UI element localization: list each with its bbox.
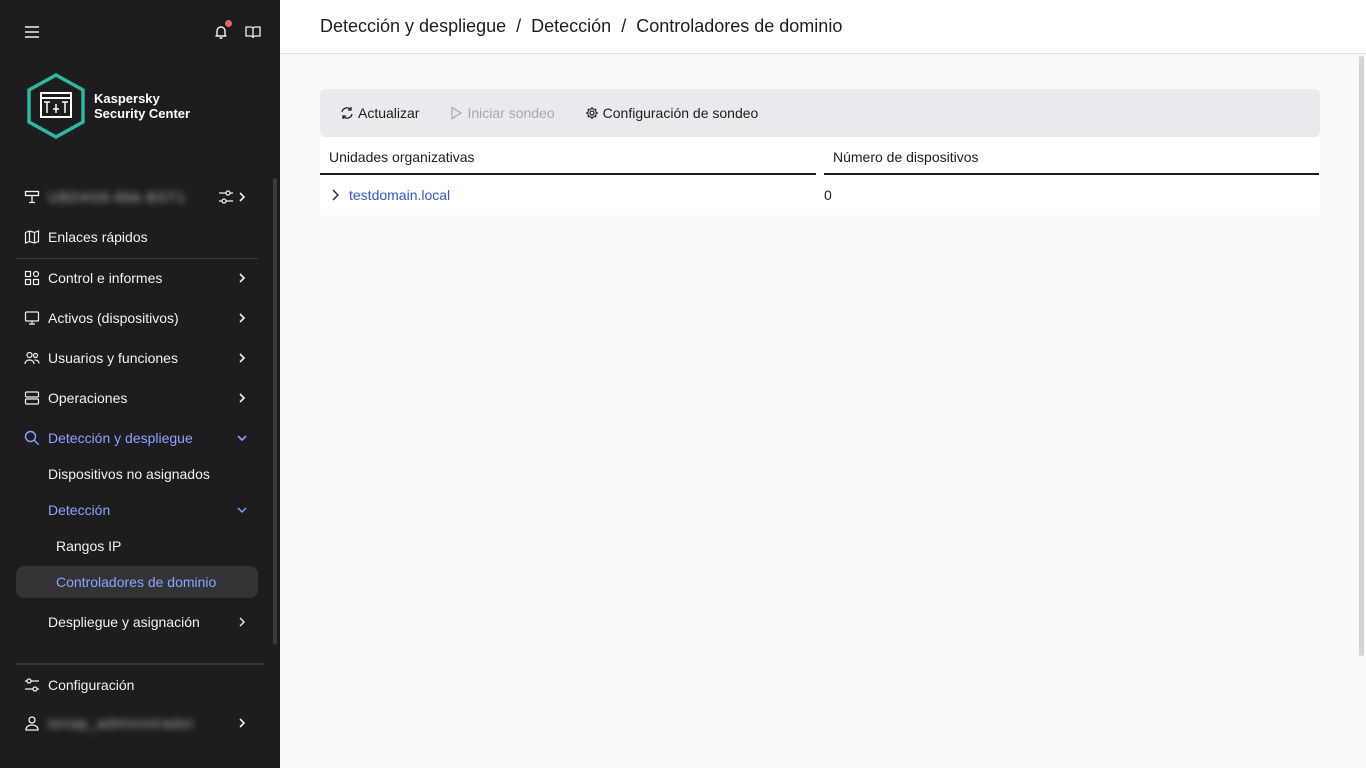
sidebar-item-unassigned-devices[interactable]: Dispositivos no asignados <box>16 458 258 490</box>
sidebar-item-discovery[interactable]: Detección <box>16 494 258 526</box>
sidebar-item-ip-ranges[interactable]: Rangos IP <box>16 530 258 562</box>
expand-chevron-icon[interactable] <box>330 175 342 215</box>
sidebar-item-monitoring-reports[interactable]: Control e informes <box>16 262 258 294</box>
sidebar-item-label: Dispositivos no asignados <box>48 466 210 482</box>
table-header: Unidades organizativas Número de disposi… <box>320 137 1320 175</box>
sidebar-item-deployment-assignment[interactable]: Despliegue y asignación <box>16 606 258 638</box>
menu-icon[interactable] <box>20 20 44 44</box>
sidebar-item-label: Activos (dispositivos) <box>48 310 179 326</box>
sidebar-item-quick-links[interactable]: Enlaces rápidos <box>16 221 258 253</box>
start-poll-label: Iniciar sondeo <box>467 105 555 121</box>
sidebar-item-label: Configuración <box>48 677 135 693</box>
search-icon <box>24 430 40 446</box>
brand-name: Kaspersky Security Center <box>94 91 190 121</box>
main-scrollbar[interactable] <box>1359 56 1364 656</box>
chevron-right-icon <box>234 270 250 286</box>
breadcrumb-separator: / <box>621 16 627 36</box>
sidebar-item-domain-controllers[interactable]: Controladores de dominio <box>16 566 258 598</box>
dashboard-icon <box>24 270 40 286</box>
sidebar-item-label: Despliegue y asignación <box>48 614 200 630</box>
map-icon <box>24 229 40 245</box>
poll-settings-label: Configuración de sondeo <box>602 105 759 121</box>
chevron-right-icon <box>234 715 250 731</box>
column-header-org-units[interactable]: Unidades organizativas <box>320 137 816 175</box>
sidebar-item-label: Detección y despliegue <box>48 430 193 446</box>
chevron-right-icon <box>234 189 250 205</box>
sidebar-item-label: Detección <box>48 502 111 518</box>
toolbar: Actualizar Iniciar sondeo Configuración … <box>320 89 1320 137</box>
book-icon[interactable] <box>241 20 265 44</box>
users-icon <box>24 350 40 366</box>
page-header: Detección y despliegue / Detección / Control… <box>280 0 1366 54</box>
user-name: tenap_administrador <box>48 715 195 731</box>
refresh-label: Actualizar <box>358 105 420 121</box>
start-poll-button[interactable]: Iniciar sondeo <box>449 105 555 121</box>
kaspersky-logo[interactable]: Kaspersky Security Center <box>26 73 206 139</box>
chevron-down-icon <box>234 430 250 446</box>
server-icon <box>24 189 40 205</box>
sidebar: Kaspersky Security Center UBD4G6-8bk-BST… <box>0 0 280 768</box>
sidebar-item-label: Operaciones <box>48 390 128 406</box>
refresh-button[interactable]: Actualizar <box>340 105 419 121</box>
sidebar-item-label: Control e informes <box>48 270 163 286</box>
sidebar-item-label: Controladores de dominio <box>56 574 217 590</box>
chevron-down-icon <box>234 502 250 518</box>
breadcrumb-item-discovery-deployment[interactable]: Detección y despliegue <box>320 16 506 36</box>
sidebar-divider <box>16 258 258 259</box>
sidebar-scrollbar[interactable] <box>273 178 277 644</box>
organizational-units-table: Unidades organizativas Número de disposi… <box>320 137 1320 215</box>
breadcrumb-item-discovery[interactable]: Detección <box>531 16 611 36</box>
sidebar-item-assets[interactable]: Activos (dispositivos) <box>16 302 258 334</box>
chevron-right-icon <box>234 350 250 366</box>
brand-line-1: Kaspersky <box>94 91 160 106</box>
sliders-icon <box>24 677 40 693</box>
play-icon <box>449 106 463 120</box>
column-header-device-count[interactable]: Número de dispositivos <box>824 137 1319 175</box>
device-count-cell: 0 <box>824 187 832 203</box>
poll-settings-button[interactable]: Configuración de sondeo <box>585 105 759 121</box>
breadcrumb: Detección y despliegue / Detección / Control… <box>320 16 842 37</box>
sidebar-divider <box>16 663 264 665</box>
sidebar-item-user[interactable]: tenap_administrador <box>16 707 258 739</box>
chevron-right-icon <box>234 390 250 406</box>
kaspersky-hexagon-icon <box>27 73 85 139</box>
breadcrumb-item-domain-controllers: Controladores de dominio <box>636 16 843 36</box>
table-row[interactable]: testdomain.local 0 <box>320 175 1320 215</box>
notification-bell-icon[interactable] <box>209 20 233 44</box>
brand-line-2: Security Center <box>94 106 191 121</box>
sidebar-item-label: Usuarios y funciones <box>48 350 178 366</box>
chevron-right-icon <box>234 614 250 630</box>
notification-badge <box>225 20 232 27</box>
sidebar-item-discovery-deployment[interactable]: Detección y despliegue <box>16 422 258 454</box>
sidebar-item-server[interactable]: UBD4G6-8bk-BST1 <box>16 181 258 213</box>
sidebar-item-operations[interactable]: Operaciones <box>16 382 258 414</box>
breadcrumb-separator: / <box>516 16 522 36</box>
refresh-icon <box>340 106 354 120</box>
gear-icon <box>585 106 599 120</box>
sidebar-item-label: Rangos IP <box>56 538 122 554</box>
chevron-right-icon <box>234 310 250 326</box>
operations-icon <box>24 390 40 406</box>
sidebar-item-users-roles[interactable]: Usuarios y funciones <box>16 342 258 374</box>
sidebar-item-label: Enlaces rápidos <box>48 229 148 245</box>
server-settings-icon[interactable] <box>218 189 234 208</box>
org-unit-link[interactable]: testdomain.local <box>349 175 450 215</box>
monitor-icon <box>24 310 40 326</box>
user-icon <box>24 715 40 731</box>
server-name: UBD4G6-8bk-BST1 <box>48 189 186 205</box>
sidebar-item-settings[interactable]: Configuración <box>16 669 258 701</box>
